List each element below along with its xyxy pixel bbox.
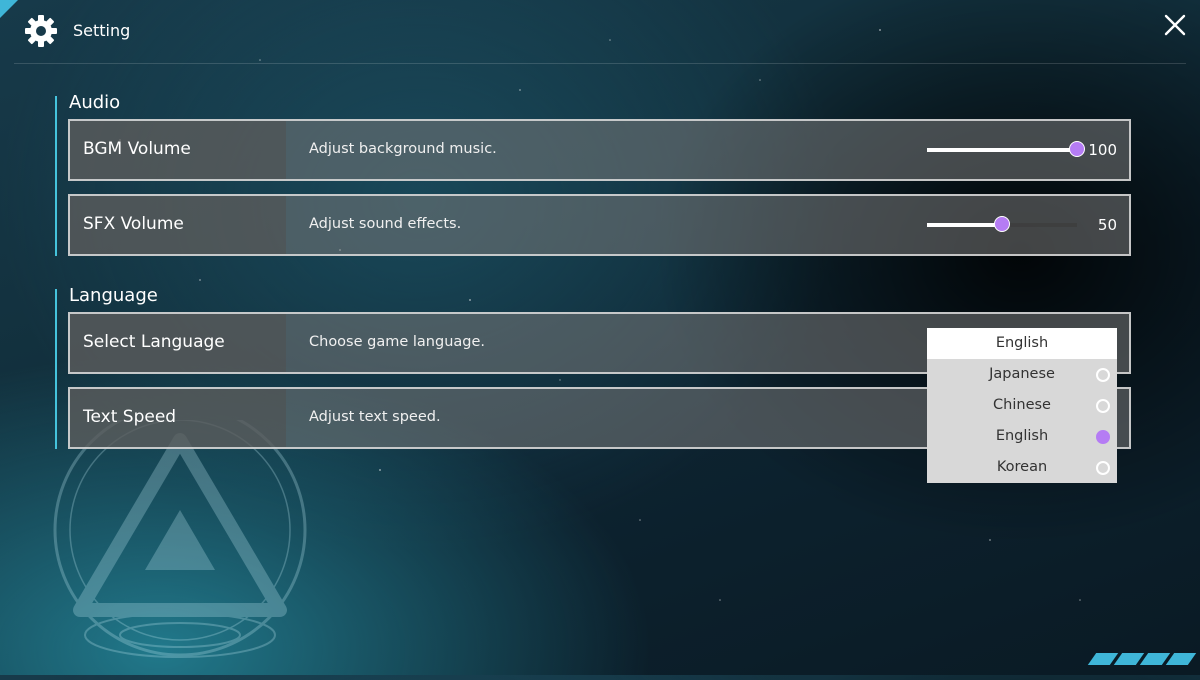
language-section-title: Language (69, 285, 158, 306)
language-dropdown-options: Japanese Chinese English Korean (927, 359, 1117, 483)
select-language-label: Select Language (83, 332, 225, 352)
language-option-korean[interactable]: Korean (927, 452, 1117, 483)
sfx-volume-slider[interactable] (927, 216, 1077, 232)
bgm-volume-label-cell: BGM Volume (70, 121, 286, 179)
audio-section-bar (55, 96, 57, 256)
select-language-description: Choose game language. (309, 334, 486, 350)
bgm-volume-description: Adjust background music. (309, 141, 497, 157)
bgm-volume-value: 100 (1088, 141, 1117, 159)
language-option-label: Korean (996, 459, 1048, 475)
radio-icon[interactable] (1096, 399, 1110, 413)
header-divider (14, 63, 1186, 64)
language-option-japanese[interactable]: Japanese (927, 359, 1117, 390)
text-speed-description: Adjust text speed. (309, 409, 441, 425)
bgm-volume-slider-fill (927, 148, 1077, 152)
sfx-volume-row: SFX Volume Adjust sound effects. 50 (68, 194, 1131, 256)
radio-icon[interactable] (1096, 368, 1110, 382)
bgm-volume-slider-thumb[interactable] (1069, 141, 1085, 157)
gear-icon (25, 15, 57, 47)
language-option-label: Chinese (993, 397, 1051, 413)
radio-icon[interactable] (1096, 430, 1110, 444)
language-option-label: Japanese (989, 366, 1055, 382)
close-icon[interactable] (1164, 14, 1186, 36)
audio-section-title: Audio (69, 92, 121, 113)
sfx-volume-label: SFX Volume (83, 214, 184, 234)
text-speed-label: Text Speed (83, 407, 177, 427)
sfx-volume-description: Adjust sound effects. (309, 216, 462, 232)
language-option-label: English (995, 428, 1049, 444)
language-option-english[interactable]: English (927, 421, 1117, 452)
sfx-volume-value: 50 (1097, 216, 1117, 234)
language-option-chinese[interactable]: Chinese (927, 390, 1117, 421)
bgm-volume-label: BGM Volume (83, 139, 191, 159)
page-title: Setting (73, 21, 131, 40)
language-dropdown-selected[interactable]: English (927, 328, 1117, 359)
language-section-bar (55, 289, 57, 449)
text-speed-label-cell: Text Speed (70, 389, 286, 447)
bgm-volume-row: BGM Volume Adjust background music. 100 (68, 119, 1131, 181)
header: Setting (0, 0, 1200, 64)
corner-stripes (1087, 653, 1197, 665)
sfx-volume-slider-fill (927, 223, 1002, 227)
emblem-decoration (53, 420, 307, 658)
bgm-volume-slider[interactable] (927, 141, 1085, 157)
sfx-volume-label-cell: SFX Volume (70, 196, 286, 254)
language-dropdown[interactable]: English Japanese Chinese English Korean (927, 328, 1117, 483)
select-language-label-cell: Select Language (70, 314, 286, 372)
radio-icon[interactable] (1096, 461, 1110, 475)
sfx-volume-slider-thumb[interactable] (994, 216, 1010, 232)
